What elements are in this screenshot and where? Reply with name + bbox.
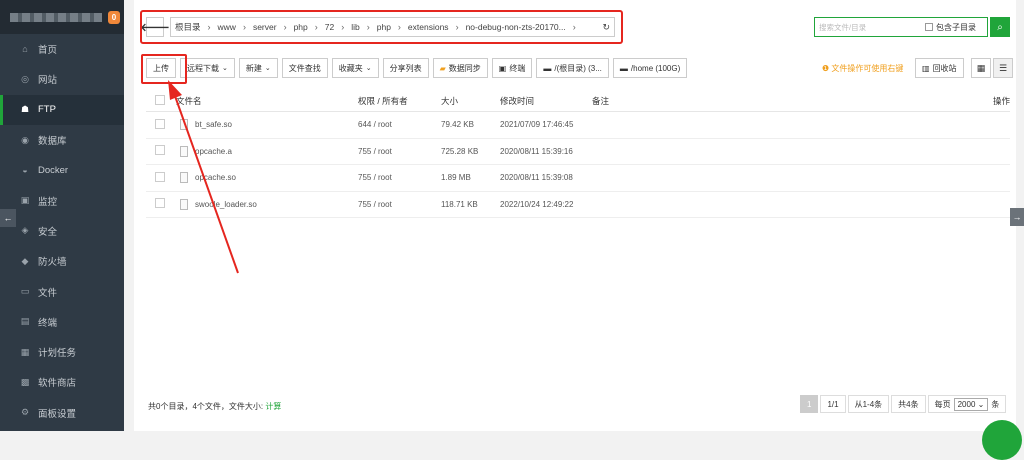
annotation-arrow <box>168 80 239 274</box>
